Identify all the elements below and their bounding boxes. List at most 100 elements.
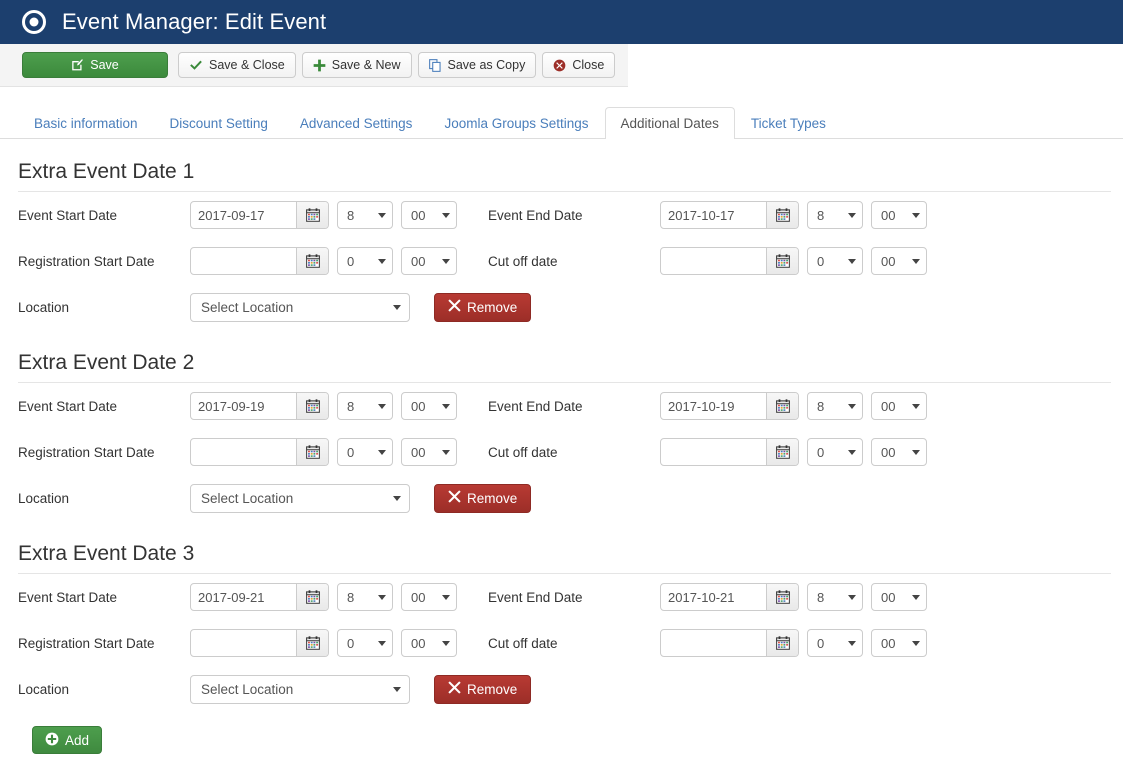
- location-select[interactable]: Select Location: [190, 674, 410, 704]
- location-label: Location: [18, 681, 70, 697]
- edit-pencil-icon: [71, 58, 84, 72]
- add-button-label: Add: [65, 732, 90, 748]
- calendar-icon[interactable]: [296, 248, 328, 274]
- event-end-date-field[interactable]: [660, 201, 799, 229]
- event-end-hour-select[interactable]: 8: [807, 583, 863, 611]
- event-end-date-label: Event End Date: [488, 589, 583, 605]
- chevron-down-icon: [442, 640, 450, 646]
- save-as-copy-button[interactable]: Save as Copy: [417, 52, 537, 78]
- event-start-minute-select[interactable]: 00: [401, 392, 457, 420]
- tab-advanced-settings[interactable]: Advanced Settings: [284, 107, 429, 140]
- location-select[interactable]: Select Location: [190, 292, 410, 322]
- calendar-icon[interactable]: [766, 248, 798, 274]
- registration-start-date-field[interactable]: [190, 629, 329, 657]
- cut-off-minute-select[interactable]: 00: [871, 629, 927, 657]
- event-start-minute-value: 00: [411, 398, 426, 414]
- tab-additional-dates[interactable]: Additional Dates: [604, 106, 735, 139]
- calendar-icon[interactable]: [296, 584, 328, 610]
- cut-off-minute-select[interactable]: 00: [871, 438, 927, 466]
- chevron-down-icon: [378, 212, 386, 218]
- save-and-close-button[interactable]: Save & Close: [178, 52, 296, 78]
- event-start-minute-value: 00: [411, 589, 426, 605]
- calendar-icon[interactable]: [296, 393, 328, 419]
- chevron-down-icon: [912, 449, 920, 455]
- cut-off-hour-select[interactable]: 0: [807, 438, 863, 466]
- event-start-date-field[interactable]: [190, 201, 329, 229]
- event-end-date-field[interactable]: [660, 392, 799, 420]
- remove-button[interactable]: Remove: [434, 674, 532, 704]
- calendar-icon[interactable]: [296, 202, 328, 228]
- registration-start-date-field[interactable]: [190, 247, 329, 275]
- calendar-icon[interactable]: [766, 630, 798, 656]
- event-end-date-field[interactable]: [660, 583, 799, 611]
- registration-start-date-group: Registration Start Date 0 00: [18, 438, 488, 466]
- registration-start-minute-select[interactable]: 00: [401, 438, 457, 466]
- cut-off-date-input[interactable]: [661, 248, 766, 274]
- tab-ticket-types[interactable]: Ticket Types: [735, 107, 842, 140]
- event-end-date-group: Event End Date: [488, 583, 958, 611]
- registration-start-date-field[interactable]: [190, 438, 329, 466]
- event-end-date-input[interactable]: [661, 202, 766, 228]
- event-start-date-input[interactable]: [191, 584, 296, 610]
- close-button[interactable]: Close: [542, 52, 616, 78]
- cut-off-date-label: Cut off date: [488, 444, 558, 460]
- copy-icon: [428, 58, 442, 72]
- save-button[interactable]: Save: [22, 52, 168, 78]
- chevron-down-icon: [378, 640, 386, 646]
- add-button[interactable]: Add: [32, 726, 103, 754]
- calendar-icon[interactable]: [766, 439, 798, 465]
- event-end-minute-select[interactable]: 00: [871, 201, 927, 229]
- registration-start-minute-value: 00: [411, 635, 426, 651]
- cut-off-date-field[interactable]: [660, 629, 799, 657]
- event-start-hour-select[interactable]: 8: [337, 583, 393, 611]
- registration-start-minute-select[interactable]: 00: [401, 247, 457, 275]
- event-end-hour-select[interactable]: 8: [807, 201, 863, 229]
- tab-bar: Basic information Discount Setting Advan…: [0, 103, 1123, 139]
- chevron-down-icon: [378, 403, 386, 409]
- calendar-icon[interactable]: [766, 584, 798, 610]
- save-as-copy-label: Save as Copy: [447, 58, 526, 72]
- registration-start-date-input[interactable]: [191, 630, 296, 656]
- event-end-date-input[interactable]: [661, 584, 766, 610]
- calendar-icon[interactable]: [766, 393, 798, 419]
- tab-basic-information[interactable]: Basic information: [18, 107, 154, 140]
- tab-joomla-groups-settings[interactable]: Joomla Groups Settings: [428, 107, 604, 140]
- event-start-minute-select[interactable]: 00: [401, 201, 457, 229]
- cut-off-date-field[interactable]: [660, 438, 799, 466]
- event-start-date-group: Event Start Date: [18, 392, 488, 420]
- cut-off-minute-select[interactable]: 00: [871, 247, 927, 275]
- event-start-date-field[interactable]: [190, 392, 329, 420]
- cut-off-date-label: Cut off date: [488, 635, 558, 651]
- event-start-date-input[interactable]: [191, 202, 296, 228]
- registration-start-date-input[interactable]: [191, 248, 296, 274]
- registration-start-hour-select[interactable]: 0: [337, 247, 393, 275]
- chevron-down-icon: [378, 258, 386, 264]
- registration-start-hour-select[interactable]: 0: [337, 629, 393, 657]
- calendar-icon[interactable]: [296, 630, 328, 656]
- event-end-minute-select[interactable]: 00: [871, 583, 927, 611]
- remove-button[interactable]: Remove: [434, 292, 532, 322]
- location-select[interactable]: Select Location: [190, 483, 410, 513]
- event-end-hour-select[interactable]: 8: [807, 392, 863, 420]
- cut-off-date-input[interactable]: [661, 630, 766, 656]
- registration-start-date-input[interactable]: [191, 439, 296, 465]
- save-and-new-button[interactable]: Save & New: [301, 52, 412, 78]
- event-start-date-input[interactable]: [191, 393, 296, 419]
- event-start-minute-select[interactable]: 00: [401, 583, 457, 611]
- cut-off-date-field[interactable]: [660, 247, 799, 275]
- event-end-date-input[interactable]: [661, 393, 766, 419]
- tab-discount-setting[interactable]: Discount Setting: [154, 107, 284, 140]
- calendar-icon[interactable]: [296, 439, 328, 465]
- event-end-minute-select[interactable]: 00: [871, 392, 927, 420]
- event-start-date-field[interactable]: [190, 583, 329, 611]
- calendar-icon[interactable]: [766, 202, 798, 228]
- event-start-hour-select[interactable]: 8: [337, 392, 393, 420]
- close-x-icon: [448, 681, 461, 697]
- registration-start-minute-select[interactable]: 00: [401, 629, 457, 657]
- registration-start-hour-select[interactable]: 0: [337, 438, 393, 466]
- cut-off-date-input[interactable]: [661, 439, 766, 465]
- remove-button[interactable]: Remove: [434, 483, 532, 513]
- cut-off-hour-select[interactable]: 0: [807, 629, 863, 657]
- event-start-hour-select[interactable]: 8: [337, 201, 393, 229]
- cut-off-hour-select[interactable]: 0: [807, 247, 863, 275]
